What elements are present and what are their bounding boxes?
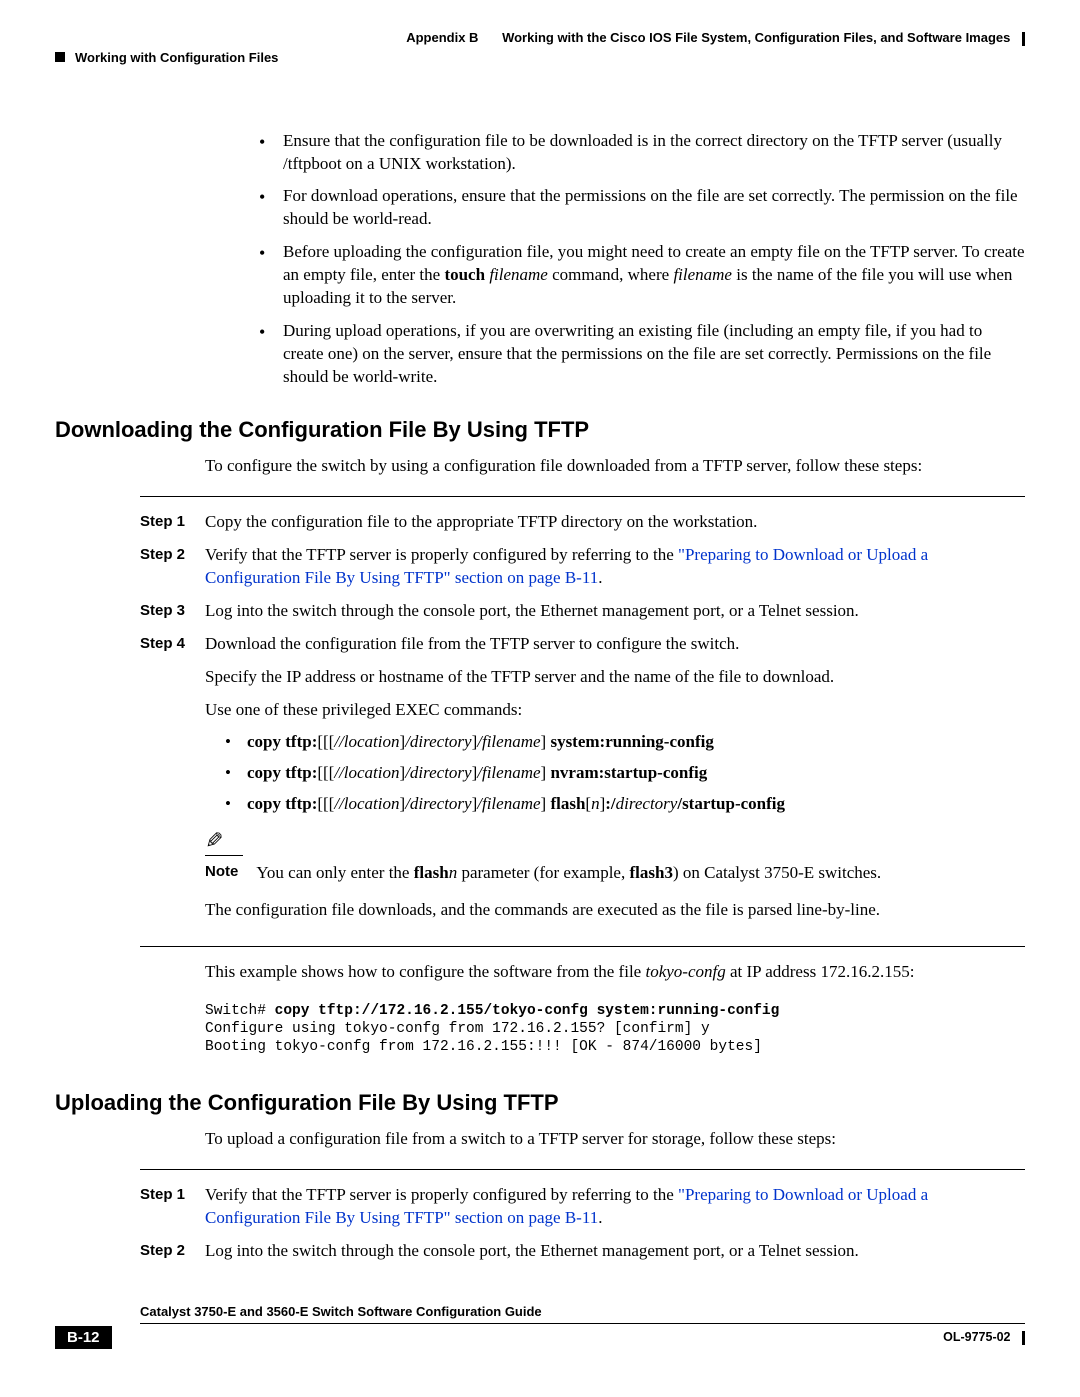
footer-guide-title: Catalyst 3750-E and 3560-E Switch Softwa…: [140, 1304, 542, 1319]
square-bullet-icon: [55, 52, 65, 62]
header-appendix-title: Appendix B Working with the Cisco IOS Fi…: [55, 30, 1025, 46]
step4-p2: Specify the IP address or hostname of th…: [205, 666, 1025, 689]
page-header: Appendix B Working with the Cisco IOS Fi…: [55, 30, 1025, 46]
header-section: Working with Configuration Files: [75, 50, 278, 65]
command-list: copy tftp:[[[//location]/directory]/file…: [205, 731, 1025, 816]
step-body: Log into the switch through the console …: [205, 600, 1025, 623]
note-underline: ✎: [205, 826, 243, 856]
footer-rule-icon: [1022, 1331, 1025, 1345]
command-item: copy tftp:[[[//location]/directory]/file…: [223, 762, 1025, 785]
step-label: Step 3: [140, 600, 205, 623]
after-note-text: The configuration file downloads, and th…: [205, 899, 1025, 922]
step-label: Step 1: [140, 1184, 205, 1230]
step4-p1: Download the configuration file from the…: [205, 633, 1025, 656]
list-item: Before uploading the configuration file,…: [255, 241, 1025, 310]
note-text: You can only enter the flashn parameter …: [256, 862, 881, 885]
note-block: ✎ Note You can only enter the flashn par…: [205, 826, 1025, 885]
step4-p3: Use one of these privileged EXEC command…: [205, 699, 1025, 722]
top-bullet-list: Ensure that the configuration file to be…: [55, 130, 1025, 389]
header-section-row: Working with Configuration Files: [55, 50, 1025, 65]
list-item: Ensure that the configuration file to be…: [255, 130, 1025, 176]
upload-intro: To upload a configuration file from a sw…: [205, 1128, 1025, 1151]
step-row: Step 4 Download the configuration file f…: [140, 633, 1025, 932]
list-item: For download operations, ensure that the…: [255, 185, 1025, 231]
example-block: This example shows how to configure the …: [205, 961, 1025, 1056]
step-row: Step 1 Copy the configuration file to th…: [140, 511, 1025, 534]
note-label: Note: [205, 862, 238, 885]
divider: [140, 946, 1025, 947]
upload-intro-block: To upload a configuration file from a sw…: [205, 1128, 1025, 1151]
footer-docid: OL-9775-02: [943, 1330, 1025, 1345]
step-label: Step 1: [140, 511, 205, 534]
example-intro: This example shows how to configure the …: [205, 961, 1025, 984]
list-item: During upload operations, if you are ove…: [255, 320, 1025, 389]
pencil-icon: ✎: [205, 826, 223, 856]
step-row: Step 2 Log into the switch through the c…: [140, 1240, 1025, 1263]
divider: [140, 496, 1025, 497]
document-page: Appendix B Working with the Cisco IOS Fi…: [0, 0, 1080, 1379]
step-body: Verify that the TFTP server is properly …: [205, 1184, 1025, 1230]
divider: [140, 1169, 1025, 1170]
step-body: Copy the configuration file to the appro…: [205, 511, 1025, 534]
header-rule-icon: [1022, 32, 1025, 46]
command-item: copy tftp:[[[//location]/directory]/file…: [223, 793, 1025, 816]
step-label: Step 2: [140, 1240, 205, 1263]
page-number: B-12: [55, 1326, 112, 1349]
appendix-label: Appendix B: [406, 30, 478, 45]
step-label: Step 2: [140, 544, 205, 590]
download-intro-block: To configure the switch by using a confi…: [205, 455, 1025, 478]
step-row: Step 2 Verify that the TFTP server is pr…: [140, 544, 1025, 590]
step-body: Verify that the TFTP server is properly …: [205, 544, 1025, 590]
step-body: Log into the switch through the console …: [205, 1240, 1025, 1263]
section-heading-download: Downloading the Configuration File By Us…: [55, 417, 1025, 443]
step-row: Step 3 Log into the switch through the c…: [140, 600, 1025, 623]
step-label: Step 4: [140, 633, 205, 932]
download-intro: To configure the switch by using a confi…: [205, 455, 1025, 478]
page-footer: Catalyst 3750-E and 3560-E Switch Softwa…: [55, 1303, 1025, 1349]
code-block: Switch# copy tftp://172.16.2.155/tokyo-c…: [205, 1002, 1025, 1056]
appendix-title: Working with the Cisco IOS File System, …: [502, 30, 1010, 45]
command-item: copy tftp:[[[//location]/directory]/file…: [223, 731, 1025, 754]
step-body: Download the configuration file from the…: [205, 633, 1025, 932]
step-row: Step 1 Verify that the TFTP server is pr…: [140, 1184, 1025, 1230]
section-heading-upload: Uploading the Configuration File By Usin…: [55, 1090, 1025, 1116]
